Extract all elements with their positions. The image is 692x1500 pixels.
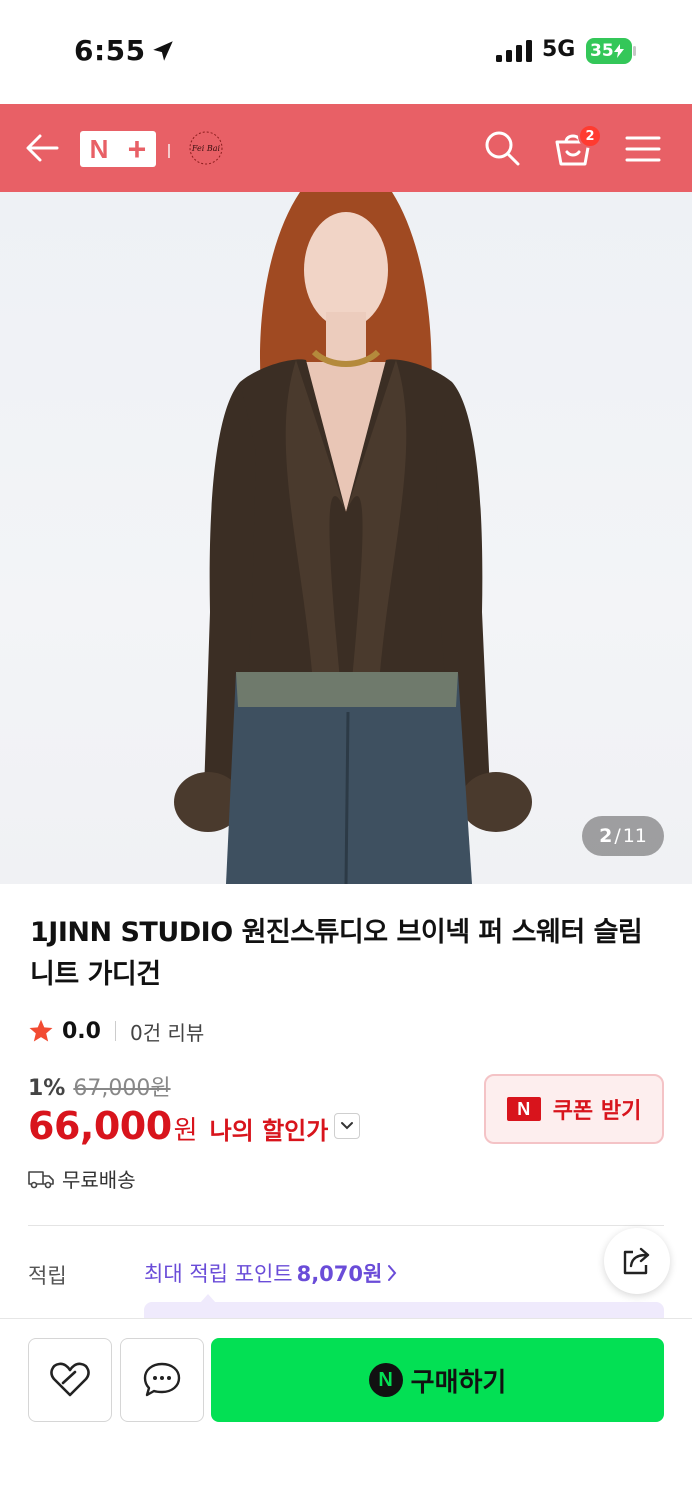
logo-n: N xyxy=(89,133,109,164)
points-link[interactable]: 최대 적립 포인트 8,070원 xyxy=(144,1258,398,1288)
shipping-label: 무료배송 xyxy=(62,1168,136,1192)
rating-row[interactable]: 0.0 0건 리뷰 xyxy=(28,1016,204,1046)
like-button[interactable] xyxy=(28,1338,112,1422)
store-logo-text: Fei Bai xyxy=(191,144,221,153)
chat-bubble-icon xyxy=(143,1362,181,1397)
status-time: 6:55 xyxy=(74,34,146,67)
discount-row: 1% 67,000원 xyxy=(28,1070,171,1102)
logo-divider xyxy=(168,144,170,158)
coupon-button[interactable]: N 쿠폰 받기 xyxy=(484,1074,664,1144)
naver-pay-n-icon: N xyxy=(368,1363,403,1397)
truck-icon xyxy=(28,1170,54,1188)
image-counter-total: 11 xyxy=(622,825,647,847)
price-unit: 원 xyxy=(173,1116,198,1146)
cart-count-badge: 2 xyxy=(578,124,602,148)
back-arrow-icon xyxy=(26,134,59,162)
battery-tip xyxy=(633,46,636,56)
share-icon xyxy=(623,1247,650,1275)
location-arrow-icon xyxy=(153,41,173,61)
shipping-row: 무료배송 xyxy=(28,1164,136,1193)
signal-icon xyxy=(496,40,532,62)
search-button[interactable] xyxy=(480,126,524,170)
my-discount-label[interactable]: 나의 할인가 xyxy=(210,1111,329,1146)
menu-button[interactable] xyxy=(622,128,664,170)
rating-divider xyxy=(114,1021,116,1041)
image-counter-current: 2 xyxy=(599,825,613,847)
logo-plus: + xyxy=(127,131,147,167)
search-icon xyxy=(485,131,520,166)
image-counter: 2 / 11 xyxy=(582,816,664,856)
buy-button[interactable]: N 구매하기 xyxy=(211,1338,664,1422)
section-divider xyxy=(28,1225,664,1226)
original-price: 67,000원 xyxy=(73,1076,171,1101)
network-type: 5G xyxy=(542,37,576,62)
points-text: 최대 적립 포인트 xyxy=(144,1262,293,1286)
product-photo xyxy=(174,192,532,884)
heart-icon xyxy=(50,1362,90,1397)
battery-icon: 35 xyxy=(586,38,632,64)
back-button[interactable] xyxy=(20,126,64,170)
chevron-down-icon xyxy=(341,1122,354,1130)
charging-bolt-icon xyxy=(613,44,624,58)
naver-n-icon: N xyxy=(506,1097,541,1121)
points-amount: 8,070원 xyxy=(296,1262,383,1286)
status-bar: 6:55 5G 35 xyxy=(0,0,692,104)
talk-talk-button[interactable] xyxy=(120,1338,204,1422)
price-row: 66,000 원 나의 할인가 xyxy=(28,1104,361,1148)
store-logo[interactable]: Fei Bai xyxy=(186,128,226,168)
image-counter-separator: / xyxy=(614,825,621,847)
battery-level: 35 xyxy=(590,41,614,61)
rating-value: 0.0 xyxy=(62,1018,101,1044)
star-icon xyxy=(29,1019,53,1042)
sale-price: 66,000 xyxy=(28,1104,172,1148)
chevron-right-icon xyxy=(388,1265,397,1281)
review-count[interactable]: 0건 리뷰 xyxy=(130,1017,204,1046)
product-title: 1JINN STUDIO 원진스튜디오 브이넥 퍼 스웨터 슬림 니트 가디건 xyxy=(30,917,643,990)
discount-rate: 1% xyxy=(28,1076,66,1101)
coupon-label: 쿠폰 받기 xyxy=(552,1099,642,1124)
menu-icon xyxy=(625,136,661,162)
app-header: N + xyxy=(0,104,692,192)
points-label: 적립 xyxy=(28,1264,67,1288)
share-button[interactable] xyxy=(604,1228,670,1294)
my-discount-toggle[interactable] xyxy=(334,1113,361,1139)
product-image[interactable] xyxy=(0,192,692,884)
nplus-logo[interactable]: N + xyxy=(80,131,156,167)
buy-button-label: 구매하기 xyxy=(410,1367,507,1398)
